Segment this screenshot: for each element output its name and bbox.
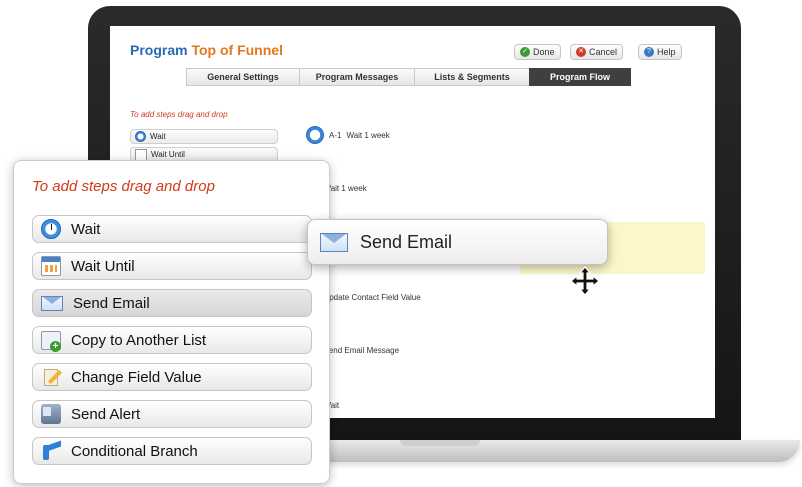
palette-item-label: Copy to Another List (71, 331, 207, 349)
branch-icon (41, 441, 61, 461)
palette-item-label: Send Email (73, 294, 150, 312)
envelope-icon (320, 232, 348, 252)
dragged-step-chip[interactable]: Send Email (307, 219, 608, 265)
palette-item-send-email[interactable]: Send Email (32, 289, 312, 317)
dragged-step-label: Send Email (360, 231, 453, 252)
envelope-icon (41, 295, 63, 311)
palette-hint: To add steps drag and drop (32, 178, 215, 195)
pencil-icon (41, 367, 61, 387)
step-palette-panel: To add steps drag and drop Wait Wait Unt… (13, 160, 330, 484)
palette-item-send-alert[interactable]: Send Alert (32, 400, 312, 428)
palette-item-conditional-branch[interactable]: Conditional Branch (32, 437, 312, 465)
palette-item-wait-until[interactable]: Wait Until (32, 252, 312, 280)
clock-icon (41, 219, 61, 239)
palette-item-label: Conditional Branch (71, 442, 198, 460)
copy-list-icon (41, 330, 61, 352)
palette-item-label: Wait (71, 220, 101, 238)
palette-item-change-field[interactable]: Change Field Value (32, 363, 312, 391)
palette-item-label: Send Alert (71, 405, 141, 423)
palette-item-wait[interactable]: Wait (32, 215, 312, 243)
phone-icon (41, 404, 61, 424)
palette-item-label: Change Field Value (71, 368, 202, 386)
palette-item-label: Wait Until (71, 257, 135, 275)
calendar-icon (41, 256, 61, 276)
move-cursor-icon (570, 266, 600, 296)
palette-item-copy-to-list[interactable]: Copy to Another List (32, 326, 312, 354)
